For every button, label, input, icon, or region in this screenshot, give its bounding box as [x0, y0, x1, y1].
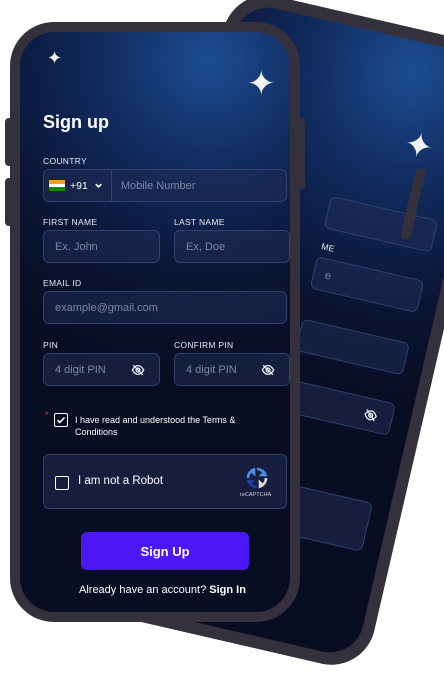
back-partial-label: ME	[320, 241, 336, 254]
recaptcha-label: reCAPTCHA	[240, 492, 272, 498]
eye-off-icon[interactable]	[261, 363, 275, 377]
required-mark: *	[45, 410, 49, 420]
sign-in-link[interactable]: Sign In	[209, 584, 246, 596]
front-right-button	[295, 118, 305, 190]
pin-input[interactable]: 4 digit PIN	[43, 353, 160, 386]
confirm-pin-input[interactable]: 4 digit PIN	[174, 353, 290, 386]
first-name-input[interactable]: Ex. John	[43, 230, 160, 263]
eye-off-icon[interactable]	[131, 363, 145, 377]
sparkle-icon: ✦	[47, 48, 63, 68]
mobile-field[interactable]: +91 Mobile Number	[43, 169, 287, 202]
email-label: EMAIL ID	[43, 278, 82, 288]
terms-text: I have read and understood the Terms & C…	[75, 415, 236, 437]
pin-label: PIN	[43, 340, 59, 350]
first-name-label: FIRST NAME	[43, 217, 98, 227]
email-input[interactable]: example@gmail.com	[43, 291, 287, 324]
eye-off-icon	[364, 408, 378, 421]
recaptcha-box: I am not a Robot reCAPTCHA	[43, 454, 287, 509]
front-left-button	[5, 178, 15, 226]
back-field-2: e	[309, 256, 425, 314]
front-left-button	[5, 118, 15, 166]
confirm-pin-label: CONFIRM PIN	[174, 340, 234, 350]
check-icon	[56, 416, 66, 424]
country-code: +91	[70, 179, 88, 192]
recaptcha-icon	[246, 467, 268, 489]
last-name-label: LAST NAME	[174, 217, 225, 227]
back-field-3	[295, 318, 410, 376]
page-title: Sign up	[43, 112, 109, 132]
robot-checkbox[interactable]	[55, 476, 69, 490]
robot-text: I am not a Robot	[78, 475, 164, 487]
mobile-input[interactable]: Mobile Number	[112, 180, 286, 192]
sign-up-button[interactable]: Sign Up	[81, 532, 249, 570]
india-flag-icon	[49, 180, 65, 192]
terms-checkbox[interactable]	[54, 413, 68, 427]
sign-in-prompt: Already have an account? Sign In	[79, 584, 246, 596]
sparkle-icon: ✦	[247, 65, 276, 103]
last-name-input[interactable]: Ex, Doe	[174, 230, 290, 263]
front-phone-frame: ✦ ✦ Sign up COUNTRY +91 Mobile Number FI…	[10, 22, 300, 622]
front-phone-screen: ✦ ✦ Sign up COUNTRY +91 Mobile Number FI…	[20, 32, 290, 612]
chevron-down-icon	[95, 183, 102, 188]
country-code-select[interactable]: +91	[49, 170, 112, 201]
country-label: COUNTRY	[43, 156, 87, 166]
sparkle-icon: ✦	[400, 124, 437, 168]
back-field-1	[323, 195, 439, 253]
